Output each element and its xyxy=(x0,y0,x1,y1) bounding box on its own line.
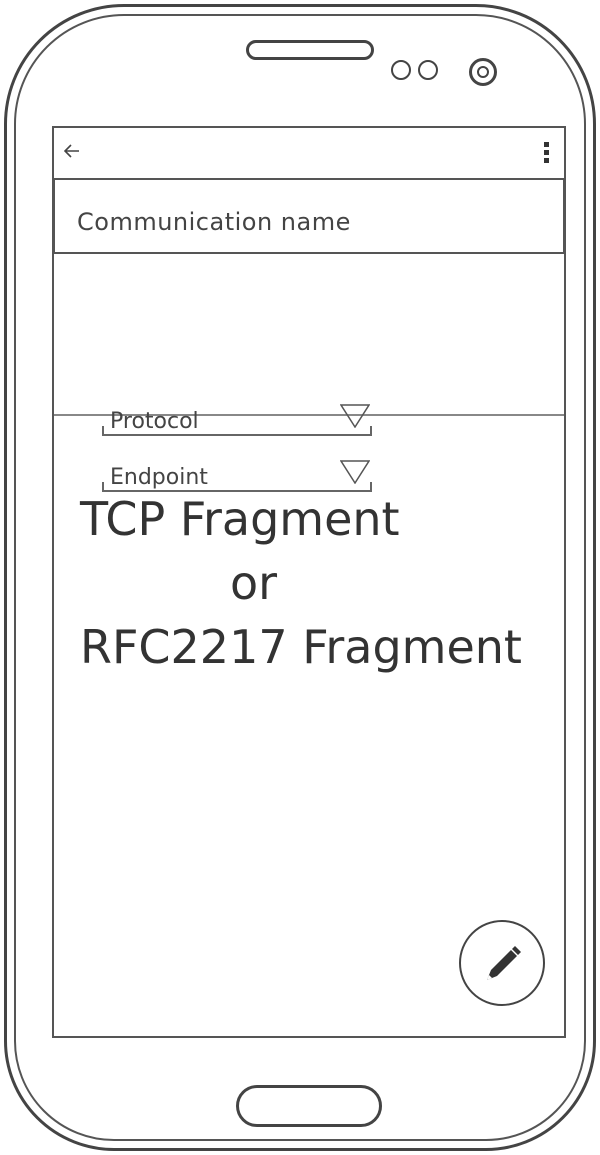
app-bar xyxy=(54,128,564,180)
app-screen: Communication name Protocol Endpoint TCP… xyxy=(52,126,566,1038)
phone-sensor xyxy=(418,60,438,80)
phone-sensor xyxy=(391,60,411,80)
phone-speaker xyxy=(246,40,374,60)
communication-name-field[interactable]: Communication name xyxy=(53,180,565,254)
more-vert-icon[interactable] xyxy=(544,142,550,166)
phone-camera xyxy=(469,58,497,86)
or-text: or xyxy=(230,556,278,610)
edit-fab-button[interactable] xyxy=(459,920,545,1006)
arrow-back-icon[interactable] xyxy=(63,144,80,162)
home-button[interactable] xyxy=(236,1085,382,1127)
communication-name-label: Communication name xyxy=(77,208,351,236)
dropdown-section: Protocol Endpoint xyxy=(54,254,564,492)
rfc2217-fragment-text: RFC2217 Fragment xyxy=(80,620,522,674)
pencil-icon xyxy=(487,946,521,980)
tcp-fragment-text: TCP Fragment xyxy=(80,492,400,546)
